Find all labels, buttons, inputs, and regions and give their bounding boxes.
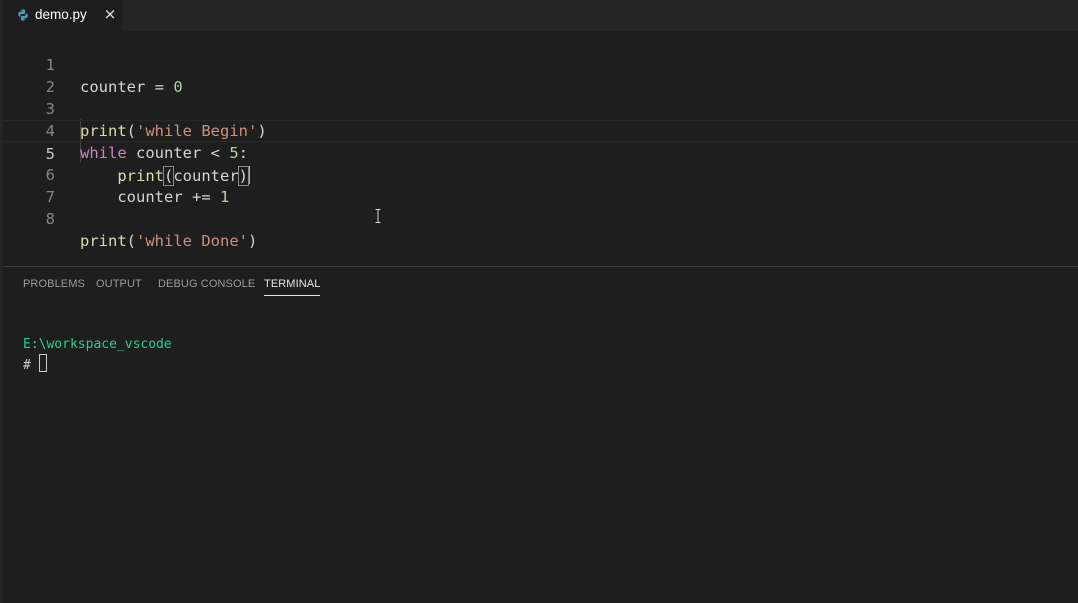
tab-problems[interactable]: PROBLEMS (23, 278, 85, 290)
code-line-3[interactable]: 3 print('while Begin') (3, 76, 1078, 140)
tab-terminal[interactable]: TERMINAL (264, 278, 321, 296)
code-line-4[interactable]: 4 while counter < 5: (3, 98, 1078, 162)
code-line-6[interactable]: 6 counter += 1 (3, 142, 1078, 206)
tab-output[interactable]: OUTPUT (96, 278, 142, 290)
token-function: print (80, 232, 127, 250)
tab-demo-py[interactable]: demo.py × (3, 0, 123, 31)
terminal-prompt: # (23, 358, 31, 373)
tab-label: demo.py (35, 7, 87, 22)
token-paren: ( (126, 232, 137, 250)
code-line-2[interactable]: 2 (3, 54, 1078, 96)
tab-debug-console[interactable]: DEBUG CONSOLE (158, 278, 255, 290)
line-number: 8 (45, 210, 55, 228)
code-editor[interactable]: 1 counter = 0 2 3 print('while Begin') 4… (3, 31, 1078, 266)
python-icon (18, 9, 28, 21)
bottom-panel: PROBLEMS OUTPUT DEBUG CONSOLE TERMINAL E… (3, 266, 1078, 603)
line-code: print('while Done') (80, 230, 257, 252)
terminal-prompt-line[interactable]: # (23, 354, 47, 375)
code-line-8[interactable]: 8 print('while Done') (3, 186, 1078, 250)
code-line-7[interactable]: 7 (3, 164, 1078, 206)
token-paren: ) (248, 232, 258, 250)
code-line-5[interactable]: 5 print(counter) (3, 120, 1078, 223)
terminal-cursor (38, 354, 47, 372)
ibeam-cursor-icon (375, 209, 381, 223)
terminal-path: E:\workspace_vscode (23, 337, 172, 352)
editor-tab-bar: demo.py × (3, 0, 1078, 31)
close-icon[interactable]: × (103, 6, 117, 22)
code-line-1[interactable]: 1 counter = 0 (3, 32, 1078, 96)
token-string: 'while Done' (136, 232, 248, 250)
vscode-window: demo.py × 1 counter = 0 2 3 print('while… (0, 0, 1078, 603)
